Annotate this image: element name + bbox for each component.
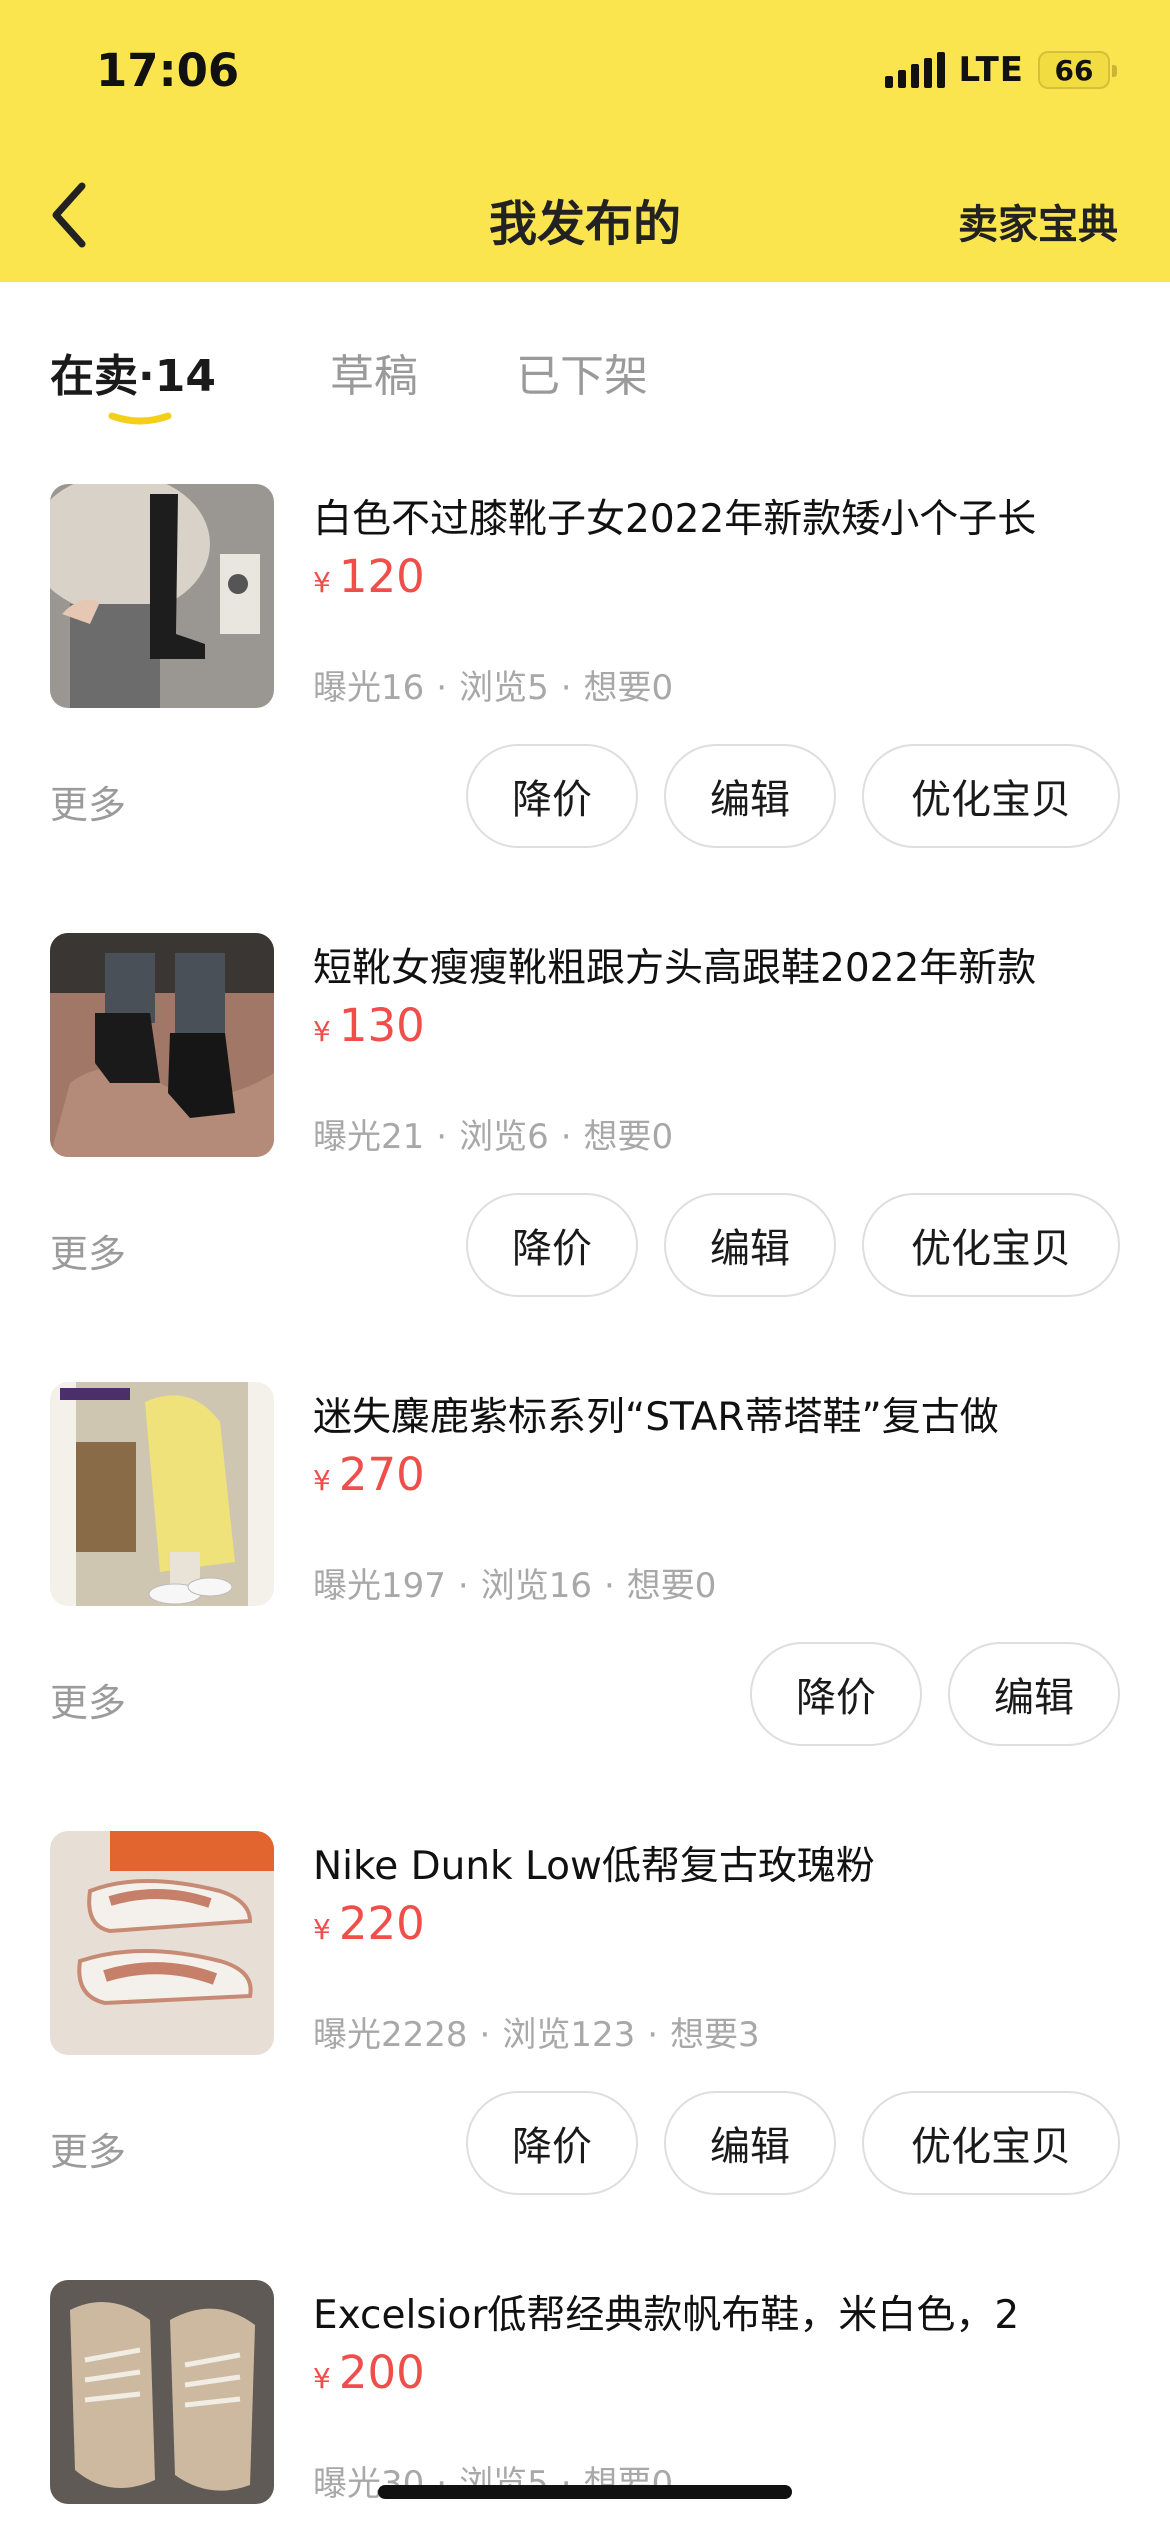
tab-separator: · bbox=[138, 351, 155, 402]
item-price: ¥120 bbox=[313, 550, 425, 603]
seller-guide-link[interactable]: 卖家宝典 bbox=[958, 192, 1118, 250]
product-thumbnail[interactable] bbox=[50, 1831, 274, 2055]
price-value: 200 bbox=[338, 2346, 425, 2399]
reduce-price-button[interactable]: 降价 bbox=[466, 2091, 638, 2195]
canvas-shoes-photo bbox=[50, 2280, 274, 2504]
reduce-price-button[interactable]: 降价 bbox=[466, 744, 638, 848]
item-title: 短靴女瘦瘦靴粗跟方头高跟鞋2022年新款 bbox=[313, 946, 1037, 991]
item-price: ¥220 bbox=[313, 1897, 425, 1950]
edit-button[interactable]: 编辑 bbox=[664, 2091, 836, 2195]
tab-drafts[interactable]: 草稿 bbox=[330, 340, 418, 404]
view-count: 浏览16 bbox=[480, 1566, 592, 1606]
currency-symbol: ¥ bbox=[313, 2362, 331, 2395]
sneakers-outfit-photo bbox=[50, 1382, 274, 1606]
want-count: 想要0 bbox=[626, 1566, 717, 1606]
list-item[interactable]: Nike Dunk Low低帮复古玫瑰粉 ¥220 曝光2228 · 浏览123 · 想… bbox=[0, 1831, 1170, 2251]
want-count: 想要3 bbox=[670, 2015, 760, 2055]
item-title: 迷失麋鹿紫标系列“STAR蒂塔鞋”复古做 bbox=[313, 1395, 999, 1440]
item-price: ¥270 bbox=[313, 1448, 425, 1501]
tab-on-sale[interactable]: 在卖·14 bbox=[50, 340, 216, 404]
optimize-item-button[interactable]: 优化宝贝 bbox=[862, 744, 1120, 848]
want-count: 想要0 bbox=[583, 1117, 674, 1157]
item-title: 白色不过膝靴子女2022年新款矮小个子长 bbox=[313, 497, 1037, 542]
tab-removed[interactable]: 已下架 bbox=[516, 340, 648, 404]
tab-on-sale-count: 14 bbox=[154, 351, 216, 402]
item-stats: 曝光21 · 浏览6 · 想要0 bbox=[313, 1117, 674, 1157]
edit-button[interactable]: 编辑 bbox=[664, 744, 836, 848]
currency-symbol: ¥ bbox=[313, 566, 331, 599]
item-actions: 降价 编辑 优化宝贝 bbox=[466, 1193, 1120, 1297]
price-value: 130 bbox=[338, 999, 425, 1052]
item-stats: 曝光16 · 浏览5 · 想要0 bbox=[313, 668, 674, 708]
tab-underline bbox=[108, 412, 172, 425]
currency-symbol: ¥ bbox=[313, 1913, 331, 1946]
optimize-item-button[interactable]: 优化宝贝 bbox=[862, 1193, 1120, 1297]
product-thumbnail[interactable] bbox=[50, 2280, 274, 2504]
more-button[interactable]: 更多 bbox=[50, 1223, 126, 1278]
edit-button[interactable]: 编辑 bbox=[948, 1642, 1120, 1746]
reduce-price-button[interactable]: 降价 bbox=[750, 1642, 922, 1746]
boots-photo bbox=[50, 484, 274, 708]
more-button[interactable]: 更多 bbox=[50, 2121, 126, 2176]
price-value: 220 bbox=[338, 1897, 425, 1950]
item-title: Nike Dunk Low低帮复古玫瑰粉 bbox=[313, 1844, 875, 1889]
list-item[interactable]: 迷失麋鹿紫标系列“STAR蒂塔鞋”复古做 ¥270 曝光197 · 浏览16 · 想要0… bbox=[0, 1382, 1170, 1802]
item-actions: 降价 编辑 优化宝贝 bbox=[466, 744, 1120, 848]
exposure-count: 曝光2228 bbox=[313, 2015, 468, 2055]
product-thumbnail[interactable] bbox=[50, 484, 274, 708]
exposure-count: 曝光21 bbox=[313, 1117, 425, 1157]
reduce-price-button[interactable]: 降价 bbox=[466, 1193, 638, 1297]
want-count: 想要0 bbox=[583, 668, 674, 708]
item-stats: 曝光2228 · 浏览123 · 想要3 bbox=[313, 2015, 760, 2055]
item-actions: 降价 编辑 bbox=[750, 1642, 1120, 1746]
view-count: 浏览6 bbox=[459, 1117, 549, 1157]
ankle-boots-photo bbox=[50, 933, 274, 1157]
exposure-count: 曝光197 bbox=[313, 1566, 446, 1606]
battery-level: 66 bbox=[1054, 53, 1094, 87]
list-item[interactable]: 白色不过膝靴子女2022年新款矮小个子长 ¥120 曝光16 · 浏览5 · 想要0 更… bbox=[0, 484, 1170, 904]
item-price: ¥200 bbox=[313, 2346, 425, 2399]
top-bar: 17:06 LTE 66 我发布的 卖家宝典 bbox=[0, 0, 1170, 282]
exposure-count: 曝光16 bbox=[313, 668, 425, 708]
dunk-sneakers-photo bbox=[50, 1831, 274, 2055]
currency-symbol: ¥ bbox=[313, 1464, 331, 1497]
item-title: Excelsior低帮经典款帆布鞋，米白色，2 bbox=[313, 2293, 1020, 2338]
item-price: ¥130 bbox=[313, 999, 425, 1052]
product-thumbnail[interactable] bbox=[50, 933, 274, 1157]
view-count: 浏览5 bbox=[459, 668, 549, 708]
tab-on-sale-label: 在卖 bbox=[50, 351, 138, 402]
currency-symbol: ¥ bbox=[313, 1015, 331, 1048]
more-button[interactable]: 更多 bbox=[50, 774, 126, 829]
item-stats: 曝光197 · 浏览16 · 想要0 bbox=[313, 1566, 717, 1606]
view-count: 浏览123 bbox=[502, 2015, 636, 2055]
list-item[interactable]: 短靴女瘦瘦靴粗跟方头高跟鞋2022年新款 ¥130 曝光21 · 浏览6 · 想要0 更… bbox=[0, 933, 1170, 1353]
signal-icon bbox=[884, 52, 945, 88]
more-button[interactable]: 更多 bbox=[50, 1672, 126, 1727]
battery-icon: 66 bbox=[1038, 51, 1117, 89]
product-thumbnail[interactable] bbox=[50, 1382, 274, 1606]
status-time: 17:06 bbox=[96, 44, 240, 97]
optimize-item-button[interactable]: 优化宝贝 bbox=[862, 2091, 1120, 2195]
network-label: LTE bbox=[958, 50, 1024, 90]
edit-button[interactable]: 编辑 bbox=[664, 1193, 836, 1297]
item-actions: 降价 编辑 优化宝贝 bbox=[466, 2091, 1120, 2195]
price-value: 120 bbox=[338, 550, 425, 603]
price-value: 270 bbox=[338, 1448, 425, 1501]
status-indicators: LTE 66 bbox=[884, 50, 1117, 90]
home-indicator bbox=[378, 2485, 792, 2499]
